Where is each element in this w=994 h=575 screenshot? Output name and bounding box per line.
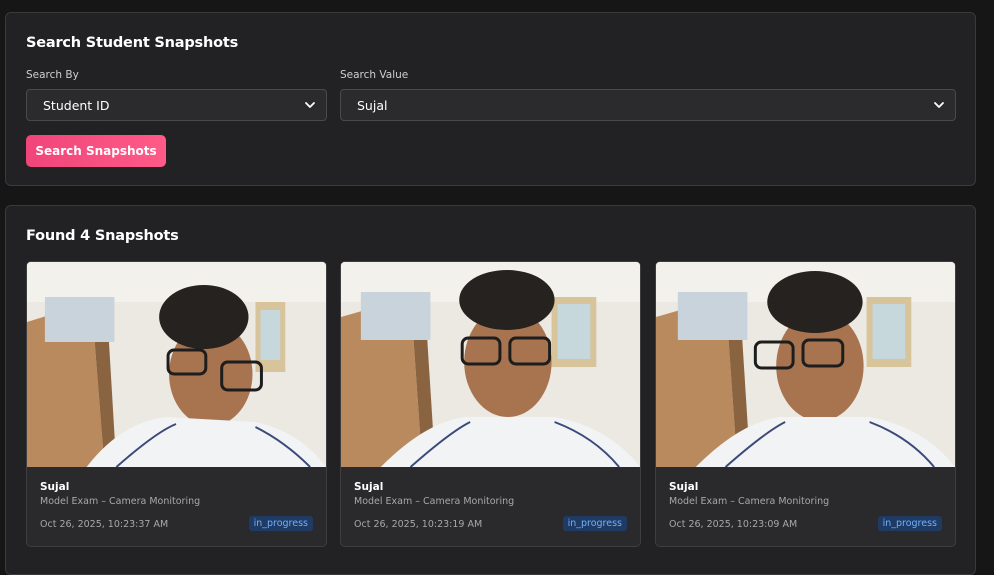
snapshot-timestamp: Oct 26, 2025, 10:23:19 AM	[354, 519, 483, 530]
snapshot-card[interactable]: Sujal Model Exam – Camera Monitoring Oct…	[655, 261, 956, 547]
snapshot-timestamp: Oct 26, 2025, 10:23:09 AM	[669, 519, 798, 530]
snapshot-photo	[341, 262, 640, 467]
snapshot-image[interactable]	[341, 262, 640, 467]
search-snapshots-button[interactable]: Search Snapshots	[26, 135, 166, 167]
search-by-select[interactable]: Student ID	[26, 89, 327, 121]
search-value-label: Search Value	[340, 69, 409, 81]
snapshot-exam-name: Model Exam – Camera Monitoring	[669, 496, 830, 507]
snapshot-photo	[656, 262, 955, 467]
snapshot-student-name: Sujal	[669, 481, 699, 493]
snapshot-image[interactable]	[656, 262, 955, 467]
snapshot-card[interactable]: Sujal Model Exam – Camera Monitoring Oct…	[26, 261, 327, 547]
snapshot-exam-name: Model Exam – Camera Monitoring	[354, 496, 515, 507]
chevron-down-icon	[934, 102, 944, 108]
chevron-down-icon	[305, 102, 315, 108]
status-badge: in_progress	[248, 516, 313, 531]
snapshot-timestamp: Oct 26, 2025, 10:23:37 AM	[40, 519, 169, 530]
snapshot-exam-name: Model Exam – Camera Monitoring	[40, 496, 201, 507]
snapshot-student-name: Sujal	[354, 481, 384, 493]
search-value-select[interactable]: Sujal	[340, 89, 956, 121]
snapshot-photo	[27, 262, 326, 467]
search-value-value: Sujal	[357, 97, 388, 113]
search-panel: Search Student Snapshots Search By Stude…	[5, 12, 976, 186]
snapshot-card[interactable]: Sujal Model Exam – Camera Monitoring Oct…	[340, 261, 641, 547]
snapshot-student-name: Sujal	[40, 481, 70, 493]
search-panel-title: Search Student Snapshots	[26, 35, 238, 51]
status-badge: in_progress	[562, 516, 627, 531]
status-badge: in_progress	[877, 516, 942, 531]
search-by-label: Search By	[26, 69, 79, 81]
search-by-value: Student ID	[43, 97, 110, 113]
results-title: Found 4 Snapshots	[26, 228, 179, 244]
results-panel: Found 4 Snapshots Sujal Model Exam – Cam…	[5, 205, 976, 575]
snapshot-image[interactable]	[27, 262, 326, 467]
